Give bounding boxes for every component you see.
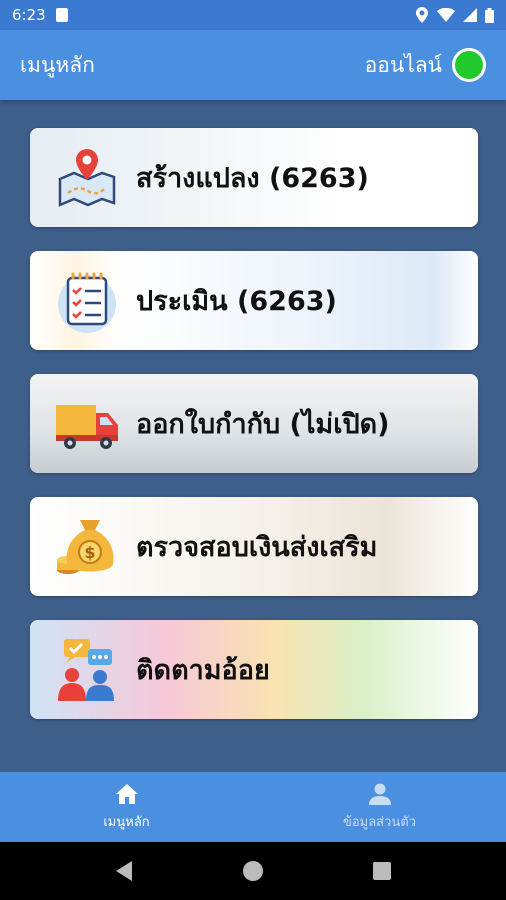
menu-item-issue-invoice[interactable]: ออกใบกำกับ (ไม่เปิด): [30, 374, 478, 473]
tab-label: เมนูหลัก: [103, 814, 150, 830]
online-status-label: ออนไลน์: [364, 52, 442, 77]
system-navigation-bar: [0, 842, 506, 900]
menu-item-evaluate[interactable]: ประเมิน (6263): [30, 251, 478, 350]
online-status: ออนไลน์: [365, 48, 486, 82]
app-bar: เมนูหลัก ออนไลน์: [0, 30, 506, 100]
menu-item-label: ตรวจสอบเงินส่งเสริม: [136, 532, 378, 563]
svg-text:$: $: [84, 543, 95, 562]
tab-profile[interactable]: ข้อมูลส่วนตัว: [253, 772, 506, 842]
wifi-icon: [437, 8, 455, 22]
status-icons: [415, 7, 494, 23]
signal-icon: [463, 8, 477, 22]
tab-label: ข้อมูลส่วนตัว: [342, 814, 417, 830]
online-indicator-icon: [452, 48, 486, 82]
menu-item-label: ออกใบกำกับ (ไม่เปิด): [136, 409, 390, 440]
checklist-icon: [52, 266, 122, 336]
home-circle-icon[interactable]: [241, 859, 265, 883]
menu-item-label: สร้างแปลง (6263): [136, 163, 369, 194]
sd-card-icon: [55, 8, 68, 22]
menu-item-check-subsidy[interactable]: $ ตรวจสอบเงินส่งเสริม: [30, 497, 478, 596]
person-icon: [368, 783, 391, 805]
menu-item-create-plot[interactable]: สร้างแปลง (6263): [30, 128, 478, 227]
map-pin-icon: [52, 143, 122, 213]
home-icon: [115, 783, 138, 804]
recents-icon[interactable]: [372, 861, 392, 881]
money-bag-icon: $: [52, 512, 122, 582]
menu-item-track-cane[interactable]: ติดตามอ้อย: [30, 620, 478, 719]
people-chat-icon: [52, 635, 122, 705]
location-icon: [416, 7, 428, 23]
status-bar: 6:23: [0, 0, 506, 30]
menu-item-label: ประเมิน (6263): [136, 286, 337, 317]
battery-icon: [485, 7, 494, 23]
page-title: เมนูหลัก: [20, 52, 95, 77]
menu-item-label: ติดตามอ้อย: [136, 655, 270, 686]
back-icon[interactable]: [114, 860, 134, 882]
bottom-navigation: เมนูหลัก ข้อมูลส่วนตัว: [0, 772, 506, 842]
truck-icon: [52, 389, 122, 459]
main-menu: สร้างแปลง (6263) ประเมิน (6263) ออกใบกำก…: [30, 128, 478, 743]
status-time: 6:23: [12, 6, 46, 24]
tab-main-menu[interactable]: เมนูหลัก: [0, 772, 253, 842]
